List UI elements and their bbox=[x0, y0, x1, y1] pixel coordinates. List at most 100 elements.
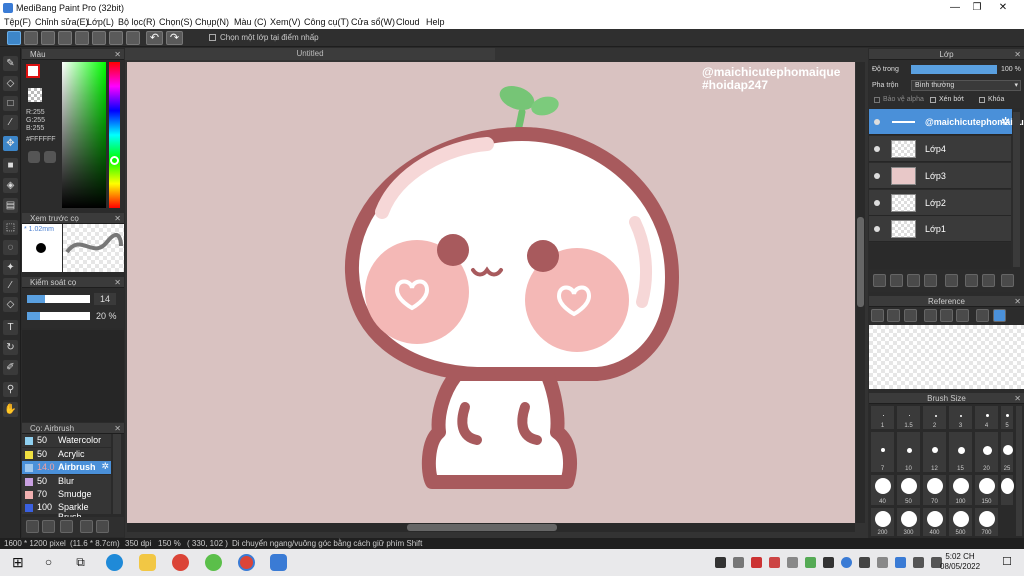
layer-row[interactable]: Lớp3 bbox=[869, 163, 1011, 189]
brush-size-cell[interactable]: 3 bbox=[948, 405, 973, 430]
menu-window[interactable]: Cửa sổ(W) bbox=[351, 17, 395, 27]
brush-size-cell[interactable]: 200 bbox=[870, 507, 895, 537]
drawing-canvas[interactable]: @maichicutephomaique #hoidap247 bbox=[127, 62, 855, 523]
volume-icon[interactable] bbox=[913, 557, 924, 568]
brush-size-cell[interactable]: 70 bbox=[922, 474, 947, 506]
new-1bit-layer-icon[interactable] bbox=[907, 274, 920, 287]
grid-icon[interactable] bbox=[92, 31, 106, 45]
wifi-icon[interactable] bbox=[877, 557, 888, 568]
brush-size-cell[interactable]: 10 bbox=[896, 431, 921, 473]
brush-size-cell[interactable]: 12 bbox=[922, 431, 947, 473]
brush-size-cell[interactable]: 2 bbox=[922, 405, 947, 430]
lasso-tool-icon[interactable]: ◌ bbox=[3, 240, 18, 255]
layer-opacity-slider[interactable] bbox=[911, 65, 997, 74]
menu-capture[interactable]: Chụp(N) bbox=[195, 17, 229, 27]
fill-tool-icon[interactable]: ◈ bbox=[3, 178, 18, 193]
brush-menu-icon[interactable] bbox=[60, 520, 73, 533]
close-icon[interactable]: ✕ bbox=[114, 277, 121, 288]
palette-add-icon[interactable] bbox=[44, 151, 56, 163]
palette-icon[interactable] bbox=[28, 151, 40, 163]
reference-canvas[interactable] bbox=[869, 325, 1024, 389]
brush-item[interactable]: 100Sparkle Brush bbox=[22, 501, 111, 522]
brush-size-cell[interactable] bbox=[1000, 474, 1014, 506]
brush-size-slider[interactable] bbox=[27, 295, 90, 303]
brush-size-cell[interactable]: 4 bbox=[974, 405, 999, 430]
hand-icon[interactable] bbox=[993, 309, 1006, 322]
brush-size-cell[interactable]: 1.5 bbox=[896, 405, 921, 430]
notification-icon[interactable]: ☐ bbox=[1000, 555, 1014, 569]
windows-start-icon[interactable]: ⊞ bbox=[12, 554, 29, 571]
tray-app-icon[interactable] bbox=[787, 557, 798, 568]
select-pen-icon[interactable]: ⁄ bbox=[3, 278, 18, 293]
brush-size-cell[interactable]: 7 bbox=[870, 431, 895, 473]
layer-row[interactable]: Lớp2 bbox=[869, 190, 1011, 216]
brush-list-scrollbar[interactable] bbox=[113, 434, 121, 514]
foreground-color-swatch[interactable] bbox=[26, 64, 40, 78]
menu-tools[interactable]: Công cụ(T) bbox=[304, 17, 349, 27]
comment-icon[interactable] bbox=[41, 31, 55, 45]
brush-size-cell[interactable]: 700 bbox=[974, 507, 999, 537]
gradient-tool-icon[interactable]: ▤ bbox=[3, 198, 18, 213]
magic-wand-icon[interactable]: ✦ bbox=[3, 260, 18, 275]
file-explorer-icon[interactable] bbox=[139, 554, 156, 571]
close-icon[interactable]: ✕ bbox=[1014, 296, 1021, 307]
gear-icon[interactable]: ✲ bbox=[101, 461, 109, 472]
brush-size-cell[interactable]: 300 bbox=[896, 507, 921, 537]
tray-app-icon[interactable] bbox=[859, 557, 870, 568]
app-icon[interactable] bbox=[205, 554, 222, 571]
brush-item[interactable]: 50 Blur bbox=[22, 475, 111, 488]
close-reference-icon[interactable] bbox=[904, 309, 917, 322]
chrome-active-icon[interactable] bbox=[238, 554, 255, 571]
redo-icon[interactable]: ↷ bbox=[166, 31, 183, 45]
edge-icon[interactable] bbox=[106, 554, 123, 571]
task-view-icon[interactable]: ⧉ bbox=[72, 554, 89, 571]
brush-item-selected[interactable]: 14.0 Airbrush ✲ bbox=[22, 461, 111, 474]
brush-size-cell[interactable]: 40 bbox=[870, 474, 895, 506]
zoom-out-icon[interactable] bbox=[956, 309, 969, 322]
layer-list-scrollbar[interactable] bbox=[1013, 112, 1020, 267]
brush-tool-icon[interactable]: ✎ bbox=[3, 56, 18, 71]
hue-handle[interactable] bbox=[110, 156, 119, 165]
dotted-brush-icon[interactable]: ⁄ bbox=[3, 115, 18, 130]
menu-help[interactable]: Help bbox=[426, 17, 445, 27]
zoom-in-icon[interactable] bbox=[924, 309, 937, 322]
steam-icon[interactable] bbox=[715, 557, 726, 568]
select-tool-icon[interactable]: ⬚ bbox=[3, 220, 18, 235]
merge-layer-icon[interactable] bbox=[982, 274, 995, 287]
tray-app-icon[interactable] bbox=[823, 557, 834, 568]
clock[interactable]: 5:02 CH 08/05/2022 bbox=[940, 552, 980, 572]
protect-alpha-checkbox[interactable] bbox=[874, 97, 880, 103]
tray-app-icon[interactable] bbox=[805, 557, 816, 568]
brush-size-cell[interactable]: 400 bbox=[922, 507, 947, 537]
menu-file[interactable]: Tệp(F) bbox=[4, 17, 31, 27]
bluetooth-icon[interactable] bbox=[895, 557, 906, 568]
eyedropper-icon[interactable] bbox=[976, 309, 989, 322]
shape-tool-icon[interactable]: ■ bbox=[3, 158, 18, 173]
tray-app-icon[interactable] bbox=[733, 557, 744, 568]
hand-tool-icon[interactable]: ✋ bbox=[3, 402, 18, 417]
add-brush-icon[interactable] bbox=[42, 520, 55, 533]
rectangle-tool-icon[interactable]: □ bbox=[3, 96, 18, 111]
menu-view[interactable]: Xem(V) bbox=[270, 17, 301, 27]
chat-icon[interactable] bbox=[58, 31, 72, 45]
brush-size-cell[interactable]: 20 bbox=[974, 431, 999, 473]
transparent-swatch[interactable] bbox=[28, 88, 42, 102]
eraser-tool-icon[interactable]: ◇ bbox=[3, 76, 18, 91]
pick-layer-checkbox[interactable] bbox=[209, 34, 216, 41]
blend-mode-select[interactable]: Bình thường ▾ bbox=[911, 80, 1021, 91]
eyedropper-icon[interactable]: ⚲ bbox=[3, 382, 18, 397]
move-tool-icon[interactable]: ✥ bbox=[3, 136, 18, 151]
open-folder-icon[interactable] bbox=[887, 309, 900, 322]
medibang-taskbar-icon[interactable] bbox=[270, 554, 287, 571]
brush-size-cell[interactable]: 15 bbox=[948, 431, 973, 473]
clipping-checkbox[interactable] bbox=[930, 97, 936, 103]
menu-edit[interactable]: Chỉnh sửa(E) bbox=[35, 17, 89, 27]
duplicate-layer-icon[interactable] bbox=[965, 274, 978, 287]
brush-item[interactable]: 50 Acrylic bbox=[22, 448, 111, 461]
layer-row-selected[interactable]: @maichicutephomaique ✲ bbox=[869, 109, 1024, 135]
document-tab[interactable]: Untitled bbox=[125, 48, 495, 60]
lock-checkbox[interactable] bbox=[979, 97, 985, 103]
close-icon[interactable]: ✕ bbox=[114, 423, 121, 434]
close-icon[interactable]: ✕ bbox=[1014, 393, 1021, 404]
cloud-icon[interactable] bbox=[7, 31, 21, 45]
